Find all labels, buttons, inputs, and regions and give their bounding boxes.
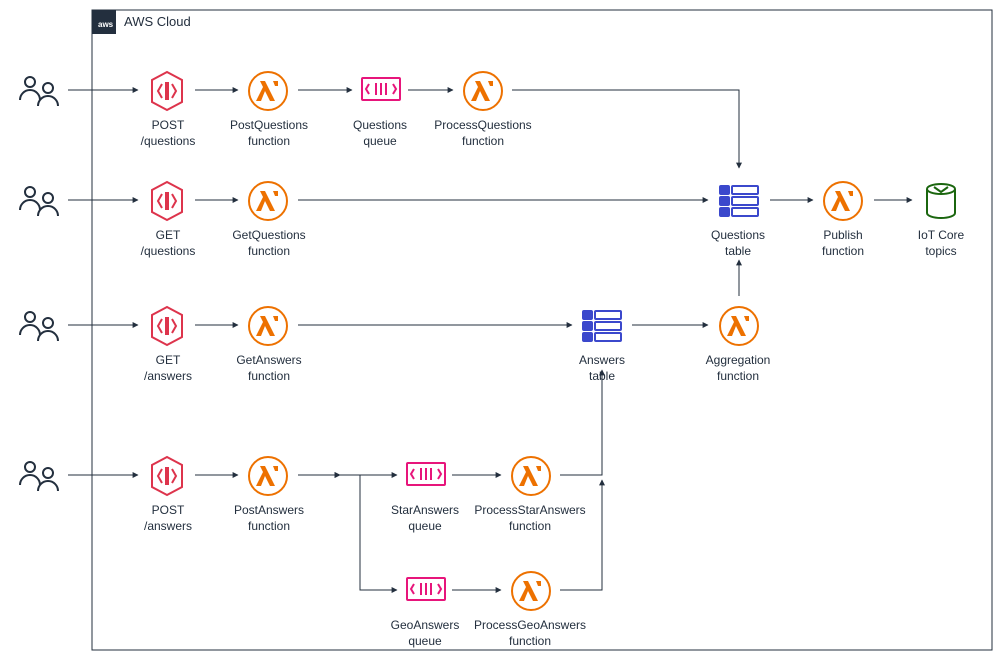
users-icon xyxy=(20,77,58,106)
lambda-label: PostQuestionsfunction xyxy=(224,118,314,149)
lambda-label: PostAnswersfunction xyxy=(224,503,314,534)
sqs-label: Questionsqueue xyxy=(345,118,415,149)
dynamodb-icon xyxy=(720,186,758,216)
sqs-icon xyxy=(362,78,400,100)
users-icon xyxy=(20,187,58,216)
lambda-icon xyxy=(720,307,758,345)
svg-text:aws: aws xyxy=(98,20,114,29)
table-label: Answerstable xyxy=(567,353,637,384)
cloud-title: AWS Cloud xyxy=(124,14,191,29)
lambda-label: ProcessGeoAnswersfunction xyxy=(470,618,590,649)
sqs-label: GeoAnswersqueue xyxy=(385,618,465,649)
sqs-label: StarAnswersqueue xyxy=(385,503,465,534)
lambda-label: ProcessStarAnswersfunction xyxy=(470,503,590,534)
api-label: GET/questions xyxy=(133,228,203,259)
api-gateway-icon xyxy=(152,307,182,345)
lambda-icon xyxy=(249,307,287,345)
lambda-icon xyxy=(512,457,550,495)
api-label: GET/answers xyxy=(133,353,203,384)
lambda-icon xyxy=(249,72,287,110)
api-label: POST/questions xyxy=(133,118,203,149)
api-gateway-icon xyxy=(152,72,182,110)
users-icon xyxy=(20,462,58,491)
sqs-icon xyxy=(407,463,445,485)
lambda-label: GetAnswersfunction xyxy=(224,353,314,384)
sqs-icon xyxy=(407,578,445,600)
lambda-icon xyxy=(249,457,287,495)
lambda-icon xyxy=(824,182,862,220)
lambda-icon xyxy=(464,72,502,110)
lambda-label: GetQuestionsfunction xyxy=(224,228,314,259)
dynamodb-icon xyxy=(583,311,621,341)
lambda-label: Publishfunction xyxy=(808,228,878,259)
lambda-icon xyxy=(512,572,550,610)
iot-label: IoT Coretopics xyxy=(906,228,976,259)
api-label: POST/answers xyxy=(133,503,203,534)
lambda-label: Aggregationfunction xyxy=(698,353,778,384)
lambda-icon xyxy=(249,182,287,220)
table-label: Questionstable xyxy=(703,228,773,259)
api-gateway-icon xyxy=(152,182,182,220)
users-icon xyxy=(20,312,58,341)
api-gateway-icon xyxy=(152,457,182,495)
lambda-label: ProcessQuestionsfunction xyxy=(428,118,538,149)
iot-core-icon xyxy=(927,184,955,218)
